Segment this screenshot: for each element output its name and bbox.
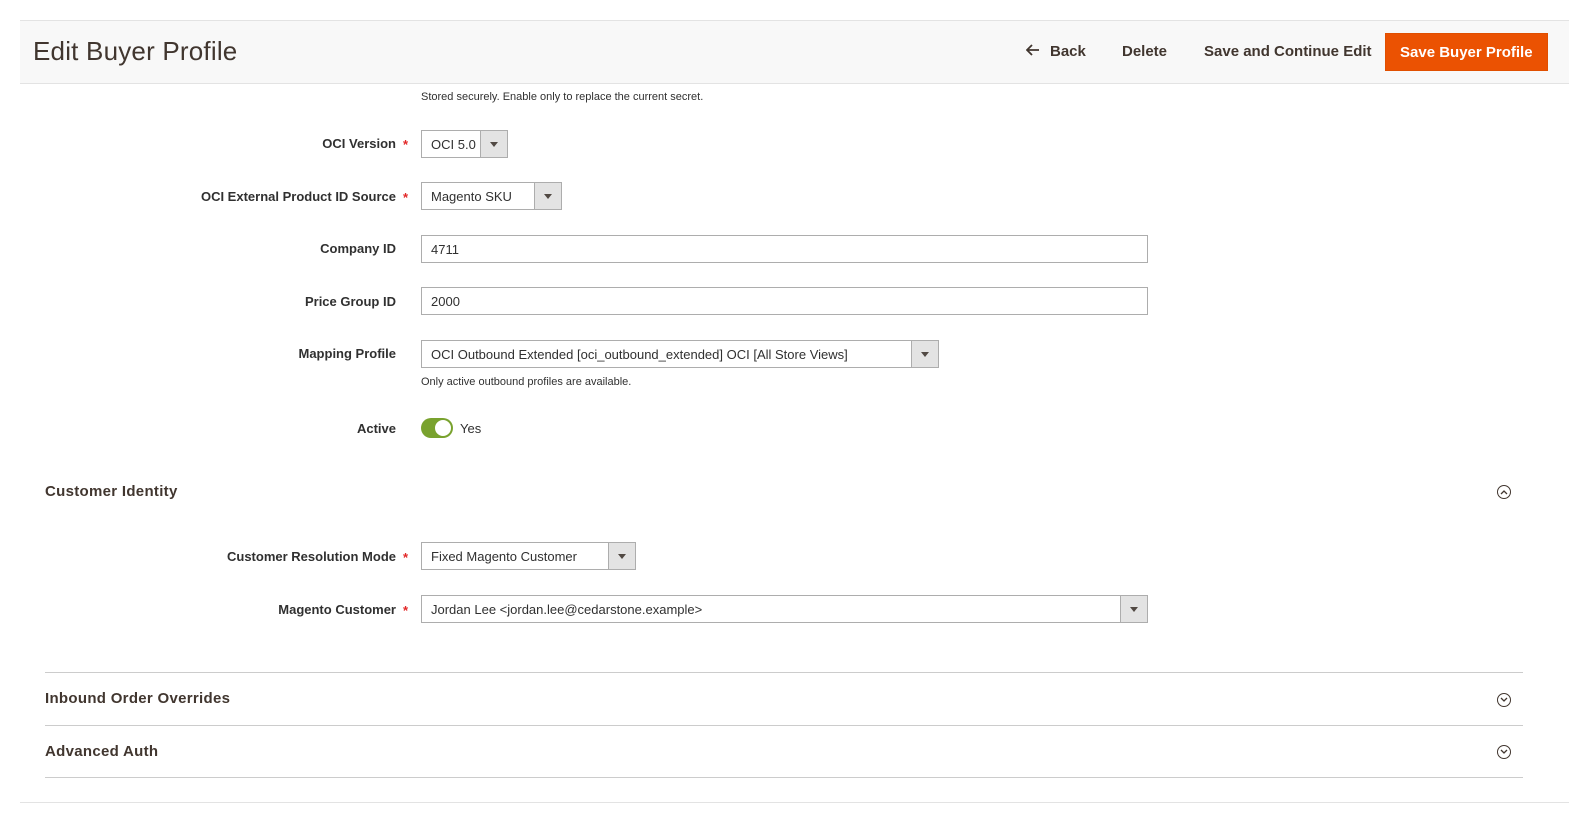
back-label: Back [1050,43,1086,60]
magento-customer-select[interactable]: Jordan Lee <jordan.lee@cedarstone.exampl… [421,595,1148,623]
section-divider [45,777,1523,778]
chevron-down-circle-icon[interactable] [1497,745,1511,759]
company-id-label: Company ID [320,241,396,256]
page-frame: Edit Buyer Profile Back Delete Save and … [0,0,1596,838]
mapping-profile-select[interactable]: OCI Outbound Extended [oci_outbound_exte… [421,340,939,368]
page-bottom-divider [20,802,1569,803]
arrow-left-icon [1025,34,1044,70]
caret-down-icon [911,341,938,367]
oci-ext-product-id-value: Magento SKU [431,189,512,204]
mapping-profile-help: Only active outbound profiles are availa… [421,376,632,388]
mapping-profile-label: Mapping Profile [298,346,397,361]
active-toggle-value: Yes [460,421,482,436]
section-title-customer-identity[interactable]: Customer Identity [45,483,178,500]
magento-customer-value: Jordan Lee <jordan.lee@cedarstone.exampl… [431,602,703,617]
price-group-id-input[interactable] [421,287,1148,315]
save-and-continue-button[interactable]: Save and Continue Edit [1194,34,1382,70]
chevron-up-circle-icon[interactable] [1497,485,1511,499]
price-group-id-label: Price Group ID [304,294,396,309]
section-divider [45,672,1523,673]
required-marker: * [403,190,409,205]
save-buyer-profile-button[interactable]: Save Buyer Profile [1385,33,1548,71]
delete-button[interactable]: Delete [1112,34,1177,70]
oci-ext-product-id-select[interactable]: Magento SKU [421,182,562,210]
section-title-inbound-order-overrides[interactable]: Inbound Order Overrides [45,690,230,707]
page-title: Edit Buyer Profile [33,36,238,66]
required-marker: * [403,137,409,152]
customer-resolution-mode-value: Fixed Magento Customer [431,549,577,564]
section-divider [45,725,1523,726]
oci-version-label: OCI Version [322,136,396,151]
company-id-input[interactable] [421,235,1148,263]
customer-resolution-mode-label: Customer Resolution Mode [226,549,396,564]
required-marker: * [403,550,409,565]
caret-down-icon [608,543,635,569]
chevron-down-circle-icon[interactable] [1497,693,1511,707]
caret-down-icon [534,183,561,209]
oci-version-select[interactable]: OCI 5.0 [421,130,508,158]
page-header: Edit Buyer Profile Back Delete Save and … [20,20,1569,84]
active-toggle[interactable] [421,418,453,438]
customer-resolution-mode-select[interactable]: Fixed Magento Customer [421,542,636,570]
active-label: Active [356,421,396,436]
secret-help-text: Stored securely. Enable only to replace … [421,91,704,103]
back-button[interactable]: Back [1016,34,1096,70]
required-marker: * [403,603,409,618]
oci-version-value: OCI 5.0 [431,137,476,152]
section-title-advanced-auth[interactable]: Advanced Auth [45,743,158,760]
magento-customer-label: Magento Customer [278,602,396,617]
mapping-profile-value: OCI Outbound Extended [oci_outbound_exte… [431,347,848,362]
caret-down-icon [1120,596,1147,622]
caret-down-icon [480,131,507,157]
oci-ext-product-id-label: OCI External Product ID Source [200,189,396,204]
toggle-knob [434,419,452,437]
